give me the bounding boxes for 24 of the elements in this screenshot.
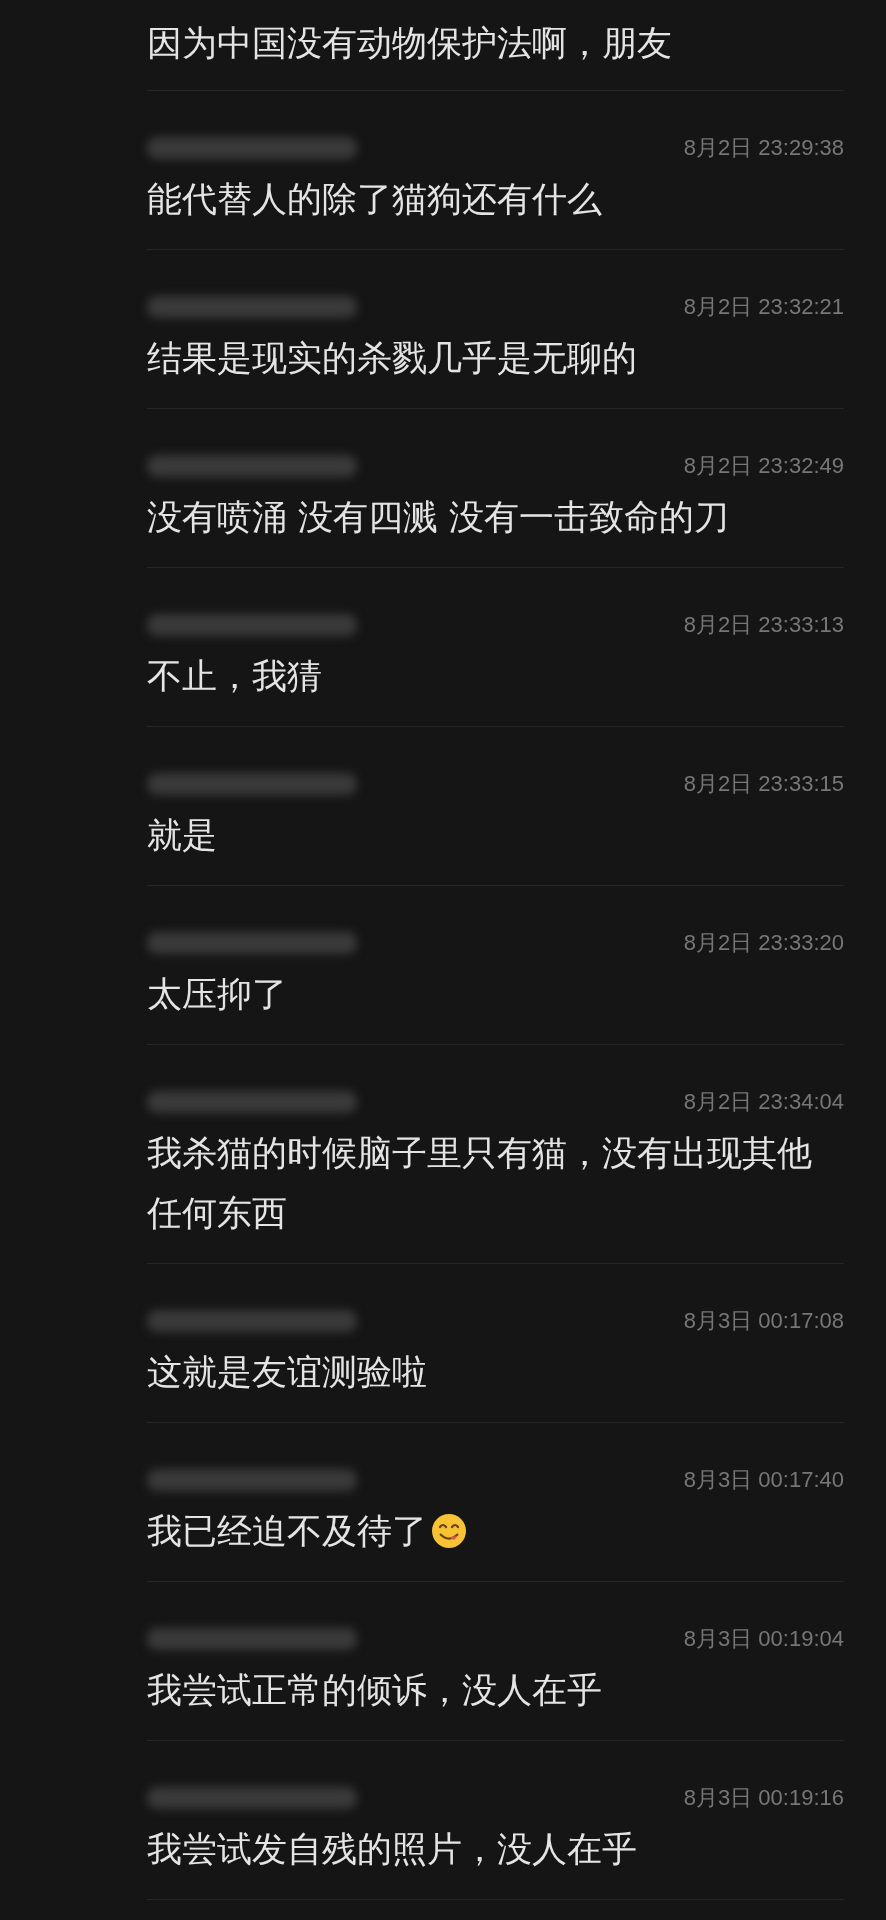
timestamp: 8月2日 23:34:04: [683, 1088, 844, 1116]
timestamp: 8月3日 00:17:40: [683, 1466, 844, 1494]
message-text: 结果是现实的杀戮几乎是无聊的: [147, 337, 637, 380]
timestamp: 8月2日 23:33:20: [683, 929, 844, 957]
emoji-icon: [431, 1513, 467, 1549]
timestamp: 8月2日 23:32:21: [683, 293, 844, 321]
timestamp: 8月3日 00:17:08: [683, 1307, 844, 1335]
message-text: 没有喷涌 没有四溅 没有一击致命的刀: [147, 496, 730, 539]
message-text: 太压抑了: [147, 973, 287, 1016]
timestamp: 8月2日 23:33:15: [683, 770, 844, 798]
message-text: 不止，我猜: [147, 655, 322, 698]
timestamp: 8月2日 23:29:38: [683, 134, 844, 162]
message-text: 这就是友谊测验啦: [147, 1351, 427, 1394]
message-text: 我已经迫不及待了: [147, 1510, 427, 1553]
timestamp: 8月3日 00:19:04: [683, 1625, 844, 1653]
timestamp: 8月2日 23:33:13: [683, 611, 844, 639]
message-text: 就是: [147, 814, 217, 857]
message-text: 因为中国没有动物保护法啊，朋友: [147, 22, 672, 65]
timestamp: 8月2日 23:32:49: [683, 452, 844, 480]
message-text: 我尝试发自残的照片，没人在乎: [147, 1828, 637, 1871]
message-text: 我尝试正常的倾诉，没人在乎: [147, 1669, 602, 1712]
message-text: 能代替人的除了猫狗还有什么: [147, 178, 602, 221]
message-text: 我杀猫的时候脑子里只有猫，没有出现其他任何东西: [147, 1132, 813, 1235]
timestamp: 8月3日 00:19:16: [683, 1784, 844, 1812]
